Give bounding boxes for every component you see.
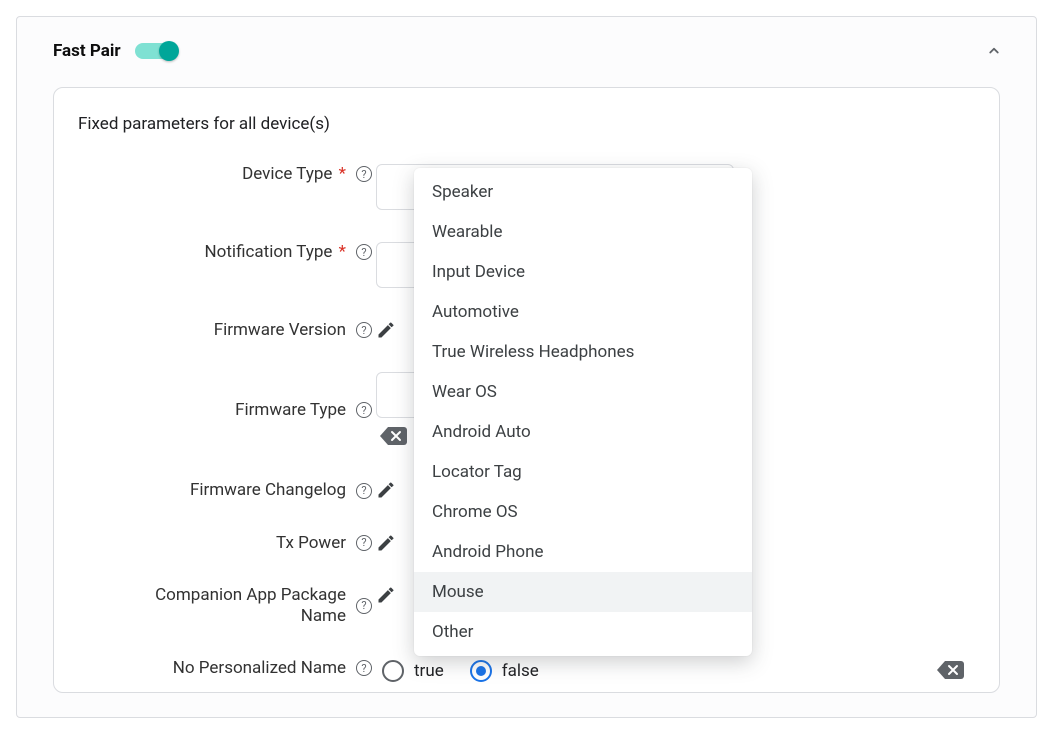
no-personalized-name-label: No Personalized Name ? [76, 658, 376, 678]
help-icon[interactable]: ? [356, 244, 372, 260]
radio-icon [382, 660, 404, 682]
device-type-option[interactable]: Wearable [414, 212, 752, 252]
help-icon[interactable]: ? [356, 660, 372, 676]
required-mark: * [334, 164, 346, 184]
help-icon[interactable]: ? [356, 402, 372, 418]
section-title-wrap: Fast Pair [53, 39, 179, 63]
no-personalized-name-clear[interactable] [919, 658, 979, 682]
device-type-dropdown[interactable]: SpeakerWearableInput DeviceAutomotiveTru… [414, 168, 752, 656]
firmware-changelog-label: Firmware Changelog ? [76, 480, 376, 500]
no-personalized-name-control: true false [376, 658, 919, 682]
device-type-option[interactable]: True Wireless Headphones [414, 332, 752, 372]
device-type-option[interactable]: Mouse [414, 572, 752, 612]
device-type-option[interactable]: Other [414, 612, 752, 652]
device-type-option[interactable]: Locator Tag [414, 452, 752, 492]
firmware-type-clear[interactable] [378, 424, 407, 448]
device-type-option[interactable]: Chrome OS [414, 492, 752, 532]
backspace-icon [935, 659, 964, 681]
firmware-version-label: Firmware Version ? [76, 320, 376, 340]
panel-title: Fixed parameters for all device(s) [78, 114, 979, 134]
help-icon[interactable]: ? [356, 322, 372, 338]
help-icon[interactable]: ? [356, 166, 372, 182]
section-container: Fast Pair Fixed parameters for all devic… [16, 16, 1037, 718]
chevron-up-icon [985, 42, 1003, 60]
fixed-parameters-panel: Fixed parameters for all device(s) Devic… [53, 87, 1000, 693]
radio-true[interactable]: true [382, 660, 444, 682]
device-type-label: Device Type * ? [76, 164, 376, 184]
radio-false[interactable]: false [470, 660, 539, 682]
tx-power-label: Tx Power ? [76, 533, 376, 553]
device-type-option[interactable]: Input Device [414, 252, 752, 292]
help-icon[interactable]: ? [356, 483, 372, 499]
section-header: Fast Pair [17, 17, 1036, 73]
help-icon[interactable]: ? [356, 598, 372, 614]
required-mark: * [334, 242, 346, 262]
firmware-type-label: Firmware Type ? [76, 400, 376, 420]
device-type-option[interactable]: Android Phone [414, 532, 752, 572]
device-type-option[interactable]: Android Auto [414, 412, 752, 452]
fast-pair-toggle[interactable] [135, 39, 179, 63]
companion-pkg-label: Companion App Package Name ? [76, 585, 376, 626]
section-title: Fast Pair [53, 41, 121, 61]
device-type-option[interactable]: Automotive [414, 292, 752, 332]
radio-icon [470, 660, 492, 682]
device-type-option[interactable]: Wear OS [414, 372, 752, 412]
collapse-button[interactable] [980, 37, 1008, 65]
device-type-option[interactable]: Speaker [414, 172, 752, 212]
help-icon[interactable]: ? [356, 535, 372, 551]
toggle-thumb [159, 41, 179, 61]
notification-type-label: Notification Type * ? [76, 242, 376, 262]
